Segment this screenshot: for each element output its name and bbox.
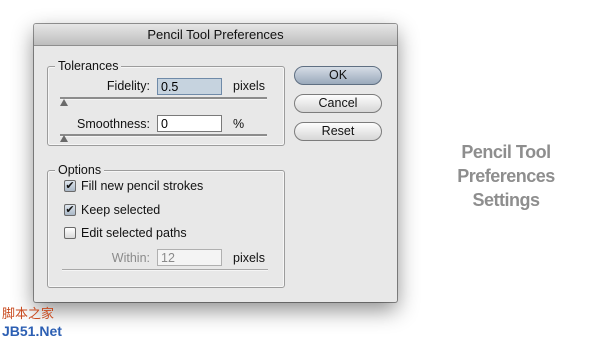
edit-selected-paths-label[interactable]: Edit selected paths [81,225,187,241]
dialog-title: Pencil Tool Preferences [34,24,397,46]
keep-selected-checkbox[interactable]: ✔ [64,204,76,216]
caption-line-1: Pencil Tool [461,142,551,162]
within-label: Within: [111,251,150,265]
caption-line-3: Settings [472,190,540,210]
smoothness-unit-label: % [233,117,245,131]
keep-selected-label[interactable]: Keep selected [81,202,160,218]
smoothness-label: Smoothness: [77,117,150,131]
fidelity-input[interactable]: 0.5 [157,78,222,95]
side-caption: Pencil Tool Preferences Settings [436,140,576,212]
watermark: 脚本之家 JB51.Net [2,306,62,340]
cancel-button[interactable]: Cancel [294,94,382,113]
tolerances-legend: Tolerances [55,59,122,73]
edit-selected-paths-checkbox[interactable] [64,227,76,239]
pencil-tool-preferences-dialog: Pencil Tool Preferences Tolerances Fidel… [34,24,397,302]
options-legend: Options [55,163,105,177]
fidelity-label: Fidelity: [106,79,150,93]
smoothness-slider-track[interactable] [60,134,267,137]
reset-button[interactable]: Reset [294,122,382,141]
fill-new-pencil-strokes-label[interactable]: Fill new pencil strokes [81,178,203,194]
fidelity-slider-thumb[interactable] [60,99,68,106]
ok-button[interactable]: OK [294,66,382,85]
fidelity-slider-track[interactable] [60,97,267,100]
watermark-line-1: 脚本之家 [2,306,55,321]
caption-line-2: Preferences [457,166,555,186]
within-input[interactable]: 12 [157,249,222,266]
smoothness-slider-thumb[interactable] [60,135,68,142]
fill-new-pencil-strokes-checkbox[interactable]: ✔ [64,180,76,192]
fidelity-unit-label: pixels [233,79,265,93]
smoothness-input[interactable]: 0 [157,115,222,132]
watermark-line-2: JB51.Net [2,323,62,339]
within-separator [62,269,268,271]
within-unit-label: pixels [233,251,265,265]
